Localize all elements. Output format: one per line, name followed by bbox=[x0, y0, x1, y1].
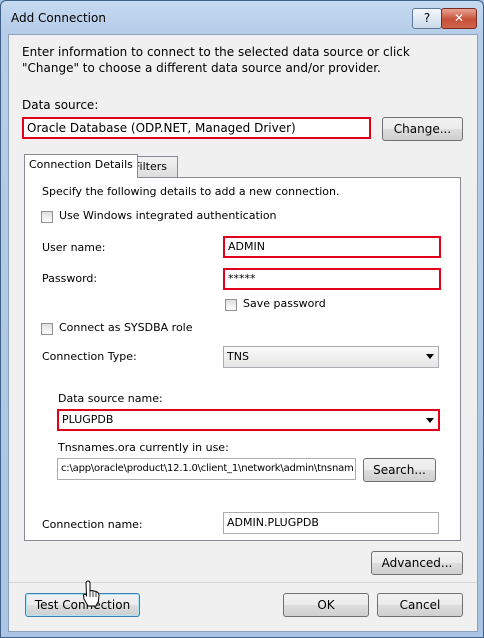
divider bbox=[9, 582, 477, 583]
dialog-window: Add Connection ? ✕ Enter information to … bbox=[0, 0, 484, 638]
user-name-input[interactable]: ADMIN bbox=[223, 236, 441, 258]
change-button[interactable]: Change... bbox=[382, 117, 463, 141]
chevron-down-icon bbox=[426, 418, 434, 423]
data-source-name-value: PLUGPDB bbox=[62, 413, 114, 426]
data-source-name-label: Data source name: bbox=[58, 392, 163, 405]
chevron-down-icon bbox=[426, 354, 434, 359]
details-instruction: Specify the following details to add a n… bbox=[42, 185, 340, 198]
connection-type-select[interactable]: TNS bbox=[223, 346, 439, 368]
connection-type-value: TNS bbox=[227, 350, 249, 363]
close-button[interactable]: ✕ bbox=[441, 8, 477, 29]
data-source-field: Oracle Database (ODP.NET, Managed Driver… bbox=[22, 117, 371, 139]
tnsnames-field: c:\app\oracle\product\12.1.0\client_1\ne… bbox=[57, 458, 356, 480]
save-password-label: Save password bbox=[243, 297, 326, 310]
data-source-label: Data source: bbox=[22, 98, 99, 112]
close-icon: ✕ bbox=[453, 11, 465, 25]
data-source-name-select[interactable]: PLUGPDB bbox=[57, 409, 440, 431]
sysdba-label: Connect as SYSDBA role bbox=[59, 321, 193, 334]
help-icon: ? bbox=[423, 11, 431, 25]
search-button[interactable]: Search... bbox=[363, 458, 436, 482]
advanced-button[interactable]: Advanced... bbox=[371, 551, 463, 575]
connection-name-input[interactable]: ADMIN.PLUGPDB bbox=[223, 512, 439, 534]
dialog-body: Enter information to connect to the sele… bbox=[8, 34, 478, 632]
tnsnames-label: Tnsnames.ora currently in use: bbox=[58, 441, 229, 454]
save-password-checkbox[interactable] bbox=[225, 299, 237, 311]
hand-cursor-icon bbox=[82, 580, 100, 607]
ok-button[interactable]: OK bbox=[283, 593, 369, 617]
sysdba-checkbox[interactable] bbox=[41, 323, 53, 335]
connection-details-panel: Specify the following details to add a n… bbox=[24, 177, 461, 541]
windows-auth-label: Use Windows integrated authentication bbox=[59, 209, 277, 222]
password-input[interactable]: ***** bbox=[223, 268, 441, 290]
connection-type-label: Connection Type: bbox=[42, 350, 137, 363]
password-label: Password: bbox=[42, 272, 98, 285]
cancel-button[interactable]: Cancel bbox=[377, 593, 463, 617]
help-button[interactable]: ? bbox=[412, 8, 442, 29]
tab-connection-details[interactable]: Connection Details bbox=[24, 154, 138, 178]
window-title: Add Connection bbox=[11, 11, 106, 25]
windows-auth-checkbox[interactable] bbox=[41, 211, 53, 223]
intro-text: Enter information to connect to the sele… bbox=[22, 45, 410, 75]
connection-name-label: Connection name: bbox=[42, 518, 143, 531]
user-name-label: User name: bbox=[42, 241, 106, 254]
